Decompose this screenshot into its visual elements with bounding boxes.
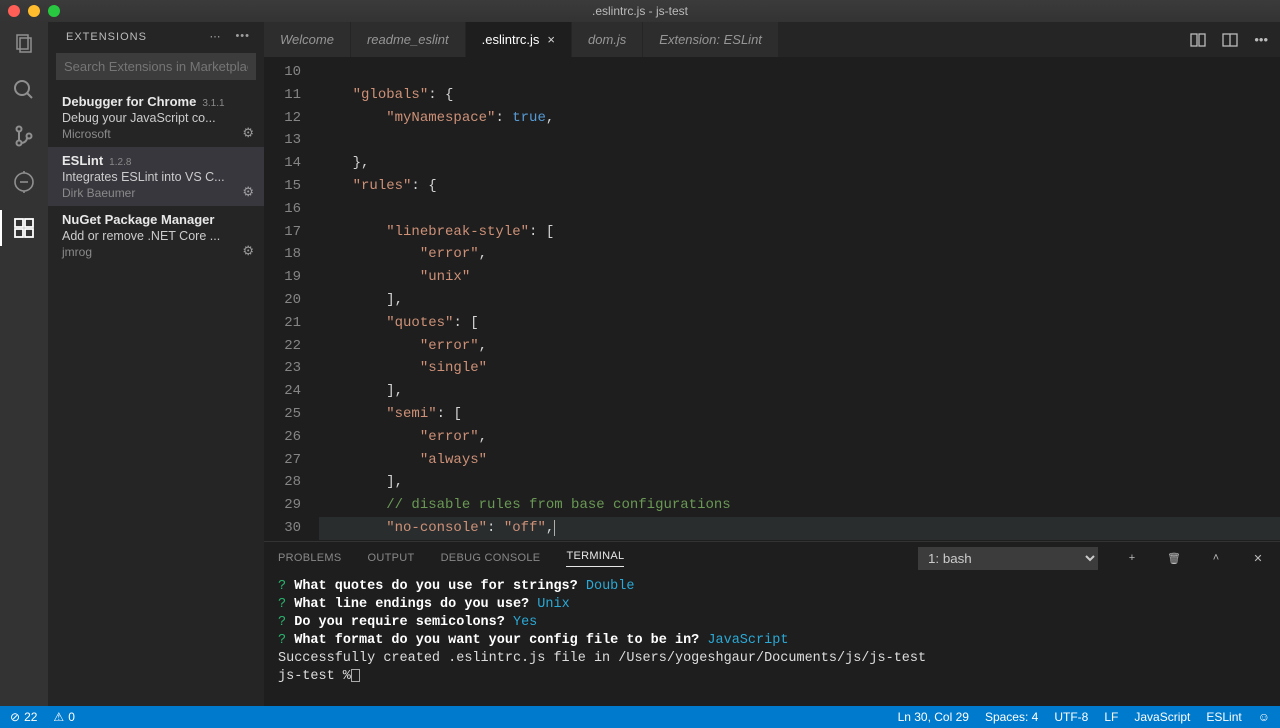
- compare-icon[interactable]: [1190, 32, 1206, 48]
- extensions-search-input[interactable]: [56, 53, 256, 80]
- window-controls: [8, 5, 60, 17]
- status-bar: ⊘ 22 ⚠ 0 Ln 30, Col 29 Spaces: 4 UTF-8 L…: [0, 706, 1280, 728]
- more-icon[interactable]: •••: [235, 30, 250, 43]
- source-control-icon[interactable]: [12, 124, 36, 148]
- close-panel-icon[interactable]: ✕: [1250, 552, 1266, 565]
- gear-icon[interactable]: ⚙: [242, 243, 254, 259]
- editor-tab[interactable]: readme_eslint: [351, 22, 466, 57]
- status-feedback-icon[interactable]: ☺: [1258, 710, 1270, 724]
- debug-icon[interactable]: [12, 170, 36, 194]
- extension-item[interactable]: NuGet Package Manager Add or remove .NET…: [48, 206, 264, 265]
- status-warnings[interactable]: ⚠ 0: [53, 710, 74, 724]
- titlebar: .eslintrc.js - js-test: [0, 0, 1280, 22]
- extension-item[interactable]: ESLint1.2.8 Integrates ESLint into VS C.…: [48, 147, 264, 206]
- panel: PROBLEMS OUTPUT DEBUG CONSOLE TERMINAL 1: b…: [264, 541, 1280, 706]
- sidebar: EXTENSIONS ⋯ ••• Debugger for Chrome3.1.…: [48, 22, 264, 706]
- close-tab-icon[interactable]: ×: [547, 32, 555, 47]
- editor-tab[interactable]: .eslintrc.js×: [466, 22, 572, 57]
- editor-tab[interactable]: Extension: ESLint: [643, 22, 779, 57]
- window-title: .eslintrc.js - js-test: [592, 4, 688, 18]
- filter-icon[interactable]: ⋯: [209, 30, 221, 43]
- status-language[interactable]: JavaScript: [1134, 710, 1190, 724]
- plus-icon[interactable]: +: [1124, 552, 1140, 564]
- panel-tab[interactable]: PROBLEMS: [278, 552, 342, 564]
- editor-tab[interactable]: Welcome: [264, 22, 351, 57]
- minimize-icon[interactable]: [28, 5, 40, 17]
- maximize-icon[interactable]: [48, 5, 60, 17]
- terminal[interactable]: ? What quotes do you use for strings? Do…: [264, 574, 1280, 706]
- terminal-selector[interactable]: 1: bash: [918, 547, 1098, 570]
- status-errors[interactable]: ⊘ 22: [10, 710, 37, 724]
- explorer-icon[interactable]: [12, 32, 36, 56]
- panel-tab[interactable]: OUTPUT: [368, 552, 415, 564]
- status-spaces[interactable]: Spaces: 4: [985, 710, 1038, 724]
- status-eol[interactable]: LF: [1104, 710, 1118, 724]
- panel-tab[interactable]: TERMINAL: [566, 550, 624, 567]
- chevron-up-icon[interactable]: ˄: [1208, 552, 1224, 564]
- trash-icon[interactable]: 🗑: [1166, 552, 1182, 565]
- panel-tab[interactable]: DEBUG CONSOLE: [441, 552, 541, 564]
- extensions-icon[interactable]: [12, 216, 36, 240]
- sidebar-title: EXTENSIONS: [66, 31, 147, 43]
- activity-bar: [0, 22, 48, 706]
- search-icon[interactable]: [12, 78, 36, 102]
- gear-icon[interactable]: ⚙: [242, 125, 254, 141]
- editor-tabs: Welcomereadme_eslint.eslintrc.js×dom.jsE…: [264, 22, 1280, 57]
- status-encoding[interactable]: UTF-8: [1054, 710, 1088, 724]
- code-editor[interactable]: 1011121314151617181920212223242526272829…: [264, 57, 1280, 541]
- editor-tab[interactable]: dom.js: [572, 22, 643, 57]
- close-icon[interactable]: [8, 5, 20, 17]
- split-editor-icon[interactable]: [1222, 32, 1238, 48]
- more-actions-icon[interactable]: •••: [1254, 32, 1268, 47]
- status-position[interactable]: Ln 30, Col 29: [898, 710, 969, 724]
- gear-icon[interactable]: ⚙: [242, 184, 254, 200]
- extension-item[interactable]: Debugger for Chrome3.1.1 Debug your Java…: [48, 88, 264, 147]
- editor-group: Welcomereadme_eslint.eslintrc.js×dom.jsE…: [264, 22, 1280, 706]
- status-linter[interactable]: ESLint: [1206, 710, 1241, 724]
